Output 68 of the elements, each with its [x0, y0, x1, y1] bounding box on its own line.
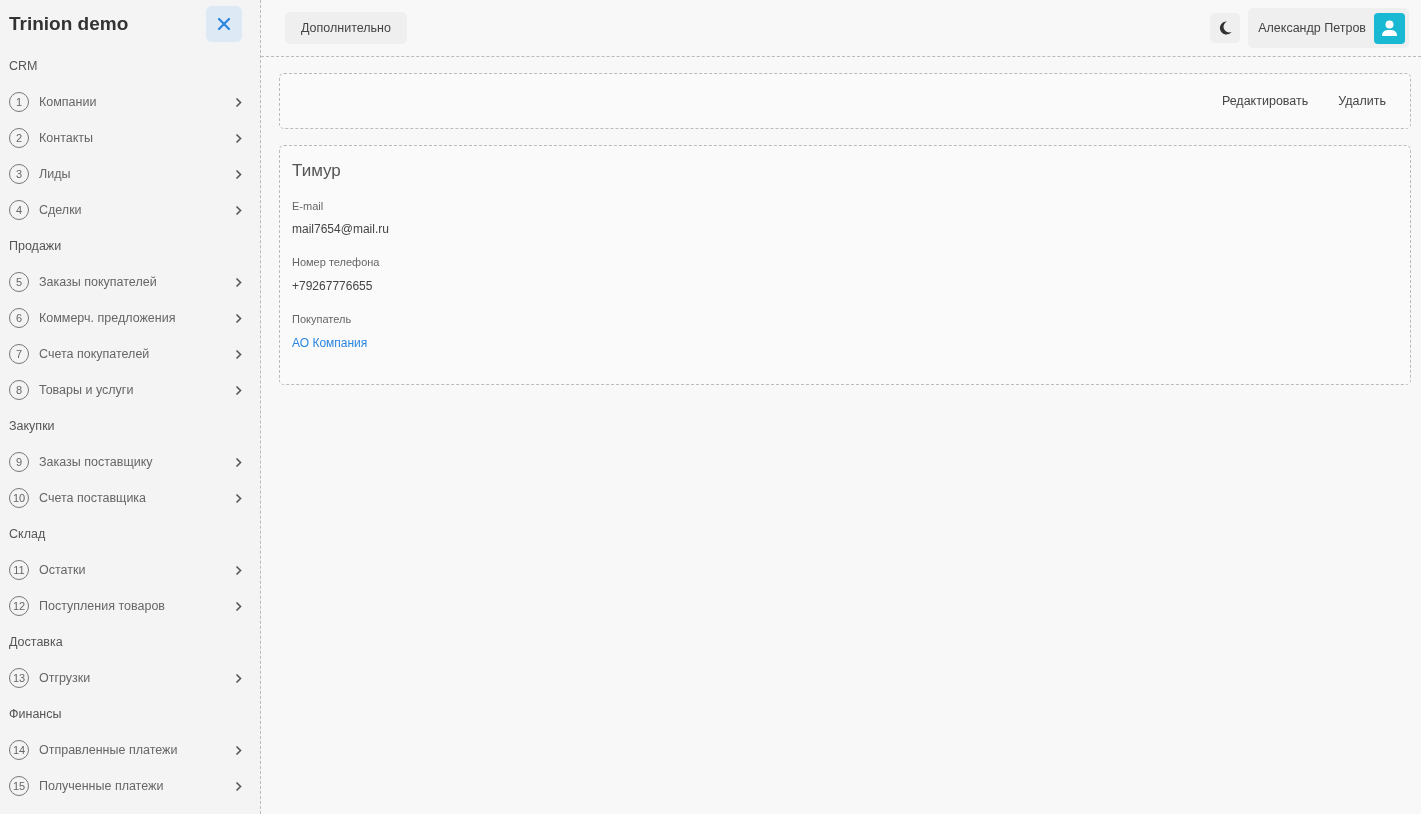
- field-label: Покупатель: [292, 311, 353, 327]
- chevron-right-icon: [235, 312, 242, 324]
- chevron-right-icon: [235, 564, 242, 576]
- action-button[interactable]: Удалить: [1338, 91, 1386, 111]
- menu-item[interactable]: 11 Остатки: [0, 552, 260, 588]
- chevron-right-icon: [235, 672, 242, 684]
- field-label: Номер телефона: [292, 255, 381, 270]
- menu-item[interactable]: 8 Товары и услуги: [0, 372, 260, 408]
- chevron-right-icon: [235, 276, 242, 288]
- item-label: Остатки: [39, 561, 86, 579]
- item-label: Поступления товаров: [39, 597, 165, 615]
- field-link[interactable]: АО Компания: [292, 334, 368, 352]
- action-button[interactable]: Редактировать: [1221, 91, 1309, 111]
- chevron-right-icon: [235, 96, 242, 108]
- menu-item[interactable]: 13 Отгрузки: [0, 660, 260, 696]
- menu-item[interactable]: 14 Отправленные платежи: [0, 732, 260, 768]
- chevron-right-icon: [235, 132, 242, 144]
- item-label: Коммерч. предложения: [39, 309, 176, 327]
- menu-item[interactable]: 1 Компании: [0, 84, 260, 120]
- user-icon: [1382, 20, 1397, 36]
- chevron-right-icon: [235, 600, 242, 612]
- menu-item[interactable]: 6 Коммерч. предложения: [0, 300, 260, 336]
- item-label: Отгрузки: [39, 669, 91, 687]
- item-label: Отправленные платежи: [39, 741, 178, 759]
- section-heading: Закупки: [8, 418, 56, 435]
- menu-item[interactable]: 9 Заказы поставщику: [0, 444, 260, 480]
- field-label: E-mail: [292, 198, 325, 214]
- item-label: Контакты: [39, 129, 93, 147]
- menu-item[interactable]: 15 Полученные платежи: [0, 768, 260, 804]
- user-menu-button[interactable]: Александр Петров: [1248, 8, 1409, 48]
- record-title: Тимур: [292, 160, 342, 182]
- more-button[interactable]: Дополнительно: [285, 11, 407, 45]
- menu-item[interactable]: 10 Счета поставщика: [0, 480, 260, 516]
- chevron-right-icon: [235, 384, 242, 396]
- menu-item[interactable]: 5 Заказы покупателей: [0, 264, 260, 300]
- item-label: Заказы поставщику: [39, 453, 153, 471]
- close-icon: [218, 18, 230, 30]
- item-label: Компании: [39, 93, 97, 111]
- chevron-right-icon: [235, 492, 242, 504]
- field-value: mail7654@mail.ru: [292, 221, 390, 238]
- menu-item[interactable]: 12 Поступления товаров: [0, 588, 260, 624]
- field-value: +79267776655: [292, 277, 374, 295]
- menu-item[interactable]: 2 Контакты: [0, 120, 260, 156]
- item-label: Счета покупателей: [39, 345, 150, 363]
- item-label: Сделки: [39, 201, 82, 219]
- item-label: Лиды: [39, 165, 71, 183]
- theme-toggle-button[interactable]: [1210, 13, 1241, 43]
- item-label: Товары и услуги: [39, 381, 134, 399]
- section-heading: CRM: [8, 58, 39, 75]
- app-title: Trinion demo: [9, 11, 129, 36]
- section-heading: Склад: [8, 526, 47, 543]
- close-button[interactable]: [206, 6, 242, 42]
- menu-item[interactable]: 4 Сделки: [0, 192, 260, 228]
- chevron-right-icon: [235, 168, 242, 180]
- item-label: Счета поставщика: [39, 489, 147, 507]
- item-label: Полученные платежи: [39, 777, 164, 795]
- chevron-right-icon: [235, 456, 242, 468]
- section-heading: Доставка: [8, 634, 64, 651]
- section-heading: Продажи: [8, 238, 63, 255]
- menu-item[interactable]: 3 Лиды: [0, 156, 260, 192]
- item-label: Заказы покупателей: [39, 273, 157, 291]
- section-heading: Финансы: [8, 706, 63, 723]
- menu-item[interactable]: 7 Счета покупателей: [0, 336, 260, 372]
- chevron-right-icon: [235, 348, 242, 360]
- chevron-right-icon: [235, 204, 242, 216]
- moon-icon: [1218, 21, 1232, 35]
- chevron-right-icon: [235, 780, 242, 792]
- chevron-right-icon: [235, 744, 242, 756]
